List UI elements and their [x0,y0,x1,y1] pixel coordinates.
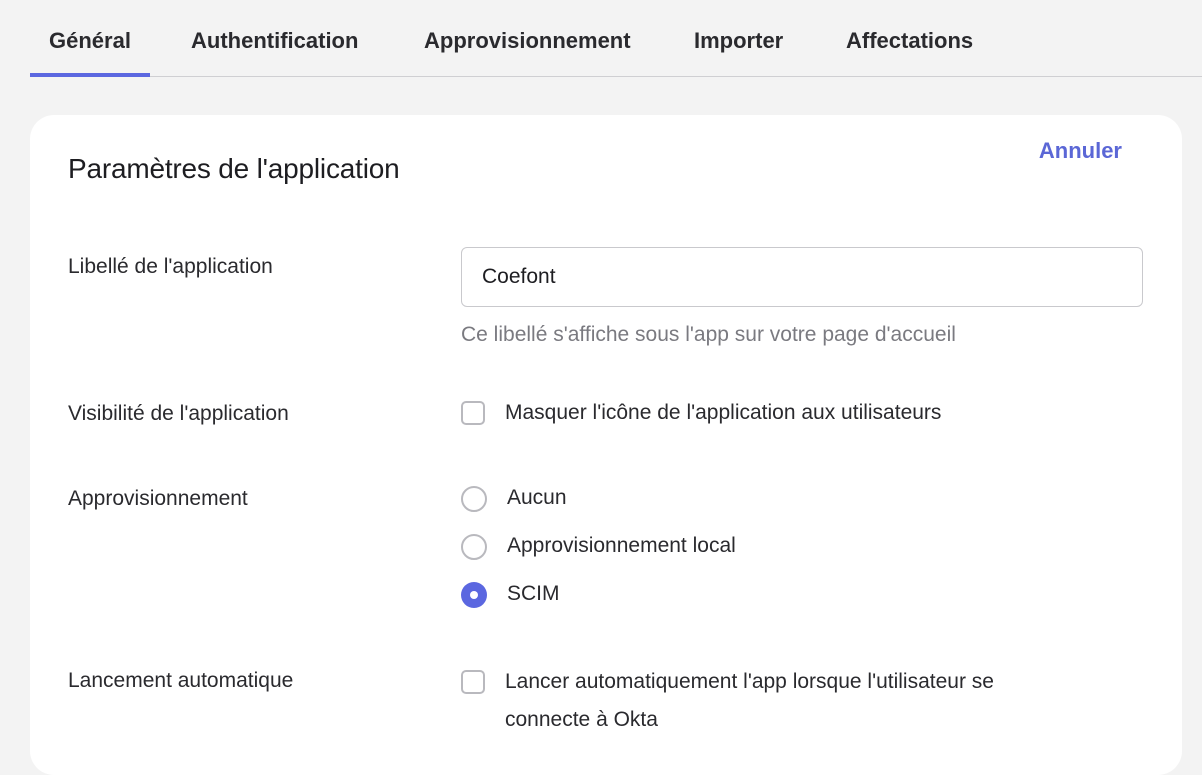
radio-local[interactable] [461,534,487,560]
radio-aucun-label: Aucun [507,486,567,509]
tab-importer[interactable]: Importer [694,28,783,76]
provisioning-option-aucun[interactable]: Aucun [461,486,567,517]
radio-scim[interactable] [461,582,487,608]
visibility-label: Visibilité de l'application [68,402,289,425]
auto-launch-checkbox[interactable] [461,670,485,694]
radio-local-label: Approvisionnement local [507,534,736,557]
tab-authentification[interactable]: Authentification [191,28,358,76]
cancel-button[interactable]: Annuler [1039,138,1122,164]
tab-approvisionnement[interactable]: Approvisionnement [424,28,631,76]
hide-icon-checkbox[interactable] [461,401,485,425]
hide-icon-option-label: Masquer l'icône de l'application aux uti… [505,401,942,424]
auto-launch-line-1: Lancer automatiquement l'app lorsque l'u… [505,670,994,693]
tab-affectations[interactable]: Affectations [846,28,973,76]
auto-launch-label: Lancement automatique [68,669,294,692]
hide-icon-option[interactable]: Masquer l'icône de l'application aux uti… [461,401,941,432]
provisioning-option-local[interactable]: Approvisionnement local [461,534,736,565]
radio-scim-label: SCIM [507,582,560,605]
settings-card: Paramètres de l'application Annuler Libe… [30,115,1182,775]
auto-launch-option-label: Lancer automatiquement l'app lorsque l'u… [505,663,994,739]
auto-launch-line-2: connecte à Okta [505,708,658,731]
provisioning-label: Approvisionnement [68,487,248,510]
app-label-label: Libellé de l'application [68,255,273,278]
auto-launch-option[interactable]: Lancer automatiquement l'app lorsque l'u… [461,670,994,739]
card-title: Paramètres de l'application [68,153,400,184]
app-label-help: Ce libellé s'affiche sous l'app sur votr… [461,323,956,346]
tab-general[interactable]: Général [30,28,150,77]
tab-bar: Général Authentification Approvisionneme… [30,0,1202,77]
radio-aucun[interactable] [461,486,487,512]
app-label-input[interactable] [461,247,1143,307]
provisioning-option-scim[interactable]: SCIM [461,582,560,613]
